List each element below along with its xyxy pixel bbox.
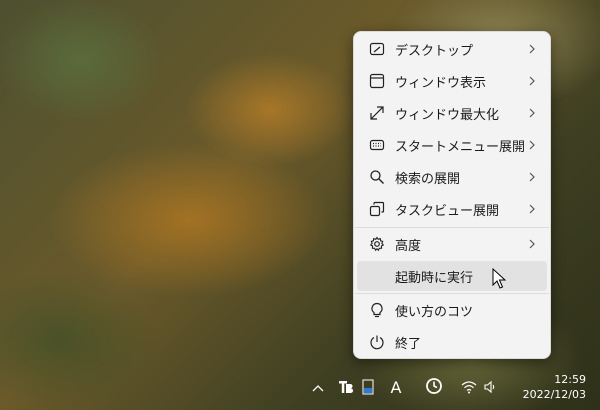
menu-item-label: 終了 (395, 336, 422, 352)
system-clock[interactable]: 12:59 2022/12/03 (523, 372, 586, 402)
power-icon (367, 332, 387, 352)
chevron-right-icon (525, 239, 539, 249)
desktop-icon (367, 39, 387, 59)
chevron-right-icon (525, 108, 539, 118)
menu-item-label: 起動時に実行 (395, 270, 474, 286)
chevron-right-icon (525, 140, 539, 150)
maximize-arrow-icon (367, 103, 387, 123)
menu-item-label: ウィンドウ表示 (395, 75, 487, 91)
font-a-icon[interactable]: A (386, 375, 406, 399)
chevron-right-icon (525, 44, 539, 54)
wifi-icon[interactable] (460, 378, 478, 396)
menu-item-desktop[interactable]: デスクトップ (357, 34, 547, 64)
clock-app-icon[interactable] (424, 376, 444, 396)
clock-date: 2022/12/03 (522, 388, 586, 401)
menu-item-window-maximize[interactable]: ウィンドウ最大化 (357, 98, 547, 128)
menu-item-label: ウィンドウ最大化 (395, 107, 500, 123)
chevron-right-icon (525, 204, 539, 214)
chevron-right-icon (525, 172, 539, 182)
menu-item-window-display[interactable]: ウィンドウ表示 (357, 66, 547, 96)
menu-separator (355, 293, 549, 294)
keyboard-icon (367, 135, 387, 155)
menu-item-exit[interactable]: 終了 (357, 327, 547, 357)
lightbulb-icon (367, 300, 387, 320)
menu-item-search[interactable]: 検索の展開 (357, 162, 547, 192)
context-menu: デスクトップ ウィンドウ表示 ウィンドウ最大化 スタートメニュー展開 検索の展開 (353, 31, 551, 359)
menu-item-label: 検索の展開 (395, 171, 461, 187)
menu-item-start-menu[interactable]: スタートメニュー展開 (357, 130, 547, 160)
tb-app-icon[interactable] (336, 377, 356, 397)
menu-item-advanced[interactable]: 高度 (357, 229, 547, 259)
keyboard-layout-icon[interactable] (360, 377, 376, 397)
menu-item-label: タスクビュー展開 (395, 203, 500, 219)
menu-item-run-at-startup[interactable]: 起動時に実行 (357, 261, 547, 291)
clock-time: 12:59 (554, 373, 586, 386)
menu-item-label: スタートメニュー展開 (394, 139, 525, 155)
menu-item-label: デスクトップ (395, 43, 474, 59)
menu-item-tips[interactable]: 使い方のコツ (357, 295, 547, 325)
menu-item-label: 使い方のコツ (395, 304, 474, 320)
mouse-cursor (492, 267, 507, 294)
volume-icon[interactable] (482, 378, 498, 396)
chevron-right-icon (525, 76, 539, 86)
menu-item-label: 高度 (395, 238, 422, 254)
menu-item-task-view[interactable]: タスクビュー展開 (357, 194, 547, 224)
menu-separator (355, 227, 549, 228)
search-icon (367, 167, 387, 187)
chevron-up-icon[interactable] (310, 380, 326, 396)
gear-icon (367, 234, 387, 254)
taskbar-tray: A 12:59 2022/12/03 (300, 372, 600, 410)
task-view-icon (367, 199, 387, 219)
window-icon (367, 71, 387, 91)
